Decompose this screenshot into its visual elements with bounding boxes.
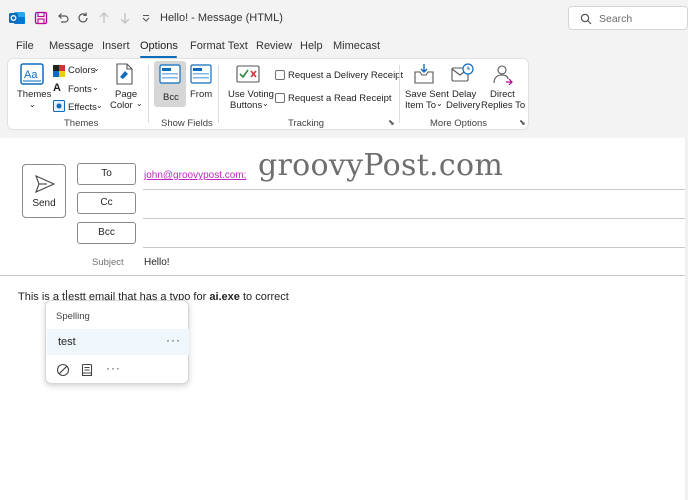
read-receipt-checkbox[interactable] bbox=[275, 93, 285, 103]
save-sent-label-2: Item To bbox=[405, 100, 436, 111]
direct-replies-icon bbox=[492, 63, 514, 88]
delivery-receipt-checkbox[interactable] bbox=[275, 70, 285, 80]
chevron-down-icon: ⌄ bbox=[92, 83, 99, 92]
voting-label-2: Buttons bbox=[230, 100, 263, 111]
effects-icon bbox=[53, 100, 65, 115]
dialog-launcher-icon[interactable]: ⬊ bbox=[519, 118, 526, 127]
chevron-down-icon: ⌄ bbox=[96, 101, 103, 110]
chevron-down-icon: ⌄ bbox=[93, 64, 100, 73]
cc-field-line bbox=[143, 218, 688, 219]
spelling-suggestion[interactable]: test ··· bbox=[47, 329, 189, 355]
suggestion-word: test bbox=[58, 336, 76, 348]
chevron-down-icon: ⌄ bbox=[262, 99, 269, 108]
direct-label-1: Direct bbox=[490, 89, 515, 100]
subject-field[interactable]: Hello! bbox=[144, 257, 170, 268]
spelling-popup: Spelling test ··· ··· bbox=[45, 300, 189, 384]
more-options-group-label: More Options bbox=[430, 118, 488, 129]
tab-format-text[interactable]: Format Text bbox=[190, 40, 248, 52]
redo-icon[interactable] bbox=[74, 9, 92, 27]
ignore-icon[interactable] bbox=[56, 363, 70, 380]
send-label: Send bbox=[32, 198, 56, 209]
delay-label-1: Delay bbox=[452, 89, 477, 100]
bcc-button[interactable]: Bcc bbox=[77, 222, 136, 244]
body-text-bold: ai.exe bbox=[209, 291, 240, 303]
subject-field-line bbox=[0, 275, 688, 276]
body-text-end: to correct bbox=[239, 291, 289, 303]
fonts-icon: A bbox=[53, 82, 61, 94]
search-icon bbox=[580, 13, 592, 25]
title-bar: Hello! - Message (HTML) Search bbox=[0, 0, 688, 36]
voting-icon bbox=[236, 63, 260, 88]
dialog-launcher-icon[interactable]: ⬊ bbox=[388, 118, 395, 127]
chevron-down-icon: ⌄ bbox=[436, 99, 443, 108]
suggestion-more-icon[interactable]: ··· bbox=[166, 333, 181, 347]
fonts-label: Fonts bbox=[68, 84, 92, 95]
send-button[interactable]: Send bbox=[22, 164, 66, 218]
themes-icon: Aa bbox=[20, 63, 44, 88]
themes-label: Themes bbox=[17, 89, 52, 100]
group-separator bbox=[218, 65, 219, 123]
search-placeholder: Search bbox=[599, 13, 633, 25]
subject-label: Subject bbox=[92, 257, 124, 268]
tab-insert[interactable]: Insert bbox=[102, 40, 130, 52]
page-color-icon bbox=[114, 63, 134, 88]
spelling-header: Spelling bbox=[56, 311, 90, 322]
delivery-receipt-label: Request a Delivery Receipt bbox=[288, 70, 404, 81]
from-icon bbox=[190, 64, 212, 87]
undo-icon[interactable] bbox=[54, 9, 72, 27]
tab-review[interactable]: Review bbox=[256, 40, 292, 52]
bcc-toggle-button[interactable]: Bcc bbox=[154, 61, 186, 107]
bcc-label: Bcc bbox=[163, 92, 179, 103]
direct-label-2: Replies To bbox=[481, 100, 526, 111]
colors-icon bbox=[53, 65, 65, 80]
outlook-icon bbox=[8, 9, 26, 27]
cc-button[interactable]: Cc bbox=[77, 192, 136, 214]
colors-label: Colors bbox=[68, 65, 96, 76]
delay-delivery-icon bbox=[451, 63, 475, 88]
to-button[interactable]: To bbox=[77, 163, 136, 185]
delay-label-2: Delivery bbox=[446, 100, 481, 111]
customize-qat-icon[interactable] bbox=[137, 9, 155, 27]
arrow-up-icon[interactable] bbox=[95, 9, 113, 27]
more-actions-icon[interactable]: ··· bbox=[106, 361, 121, 375]
to-recipient[interactable]: john@groovypost.com; bbox=[144, 170, 246, 181]
search-box[interactable]: Search bbox=[568, 6, 688, 30]
tracking-group-label: Tracking bbox=[288, 118, 325, 129]
window-title: Hello! - Message (HTML) bbox=[160, 12, 283, 24]
from-label: From bbox=[190, 89, 213, 100]
to-field-line bbox=[143, 189, 688, 190]
menu-bar: File Message Insert Options Format Text … bbox=[0, 36, 688, 58]
save-sent-icon bbox=[413, 63, 435, 88]
ribbon: Aa Themes ⌄ Colors ⌄ A Fonts ⌄ Effects ⌄… bbox=[7, 58, 529, 130]
add-to-dictionary-icon[interactable] bbox=[80, 363, 94, 380]
read-receipt-label: Request a Read Receipt bbox=[288, 93, 392, 104]
save-icon[interactable] bbox=[32, 9, 50, 27]
chevron-down-icon: ⌄ bbox=[136, 99, 143, 108]
watermark: groovyPost.com bbox=[258, 148, 504, 183]
arrow-down-icon[interactable] bbox=[116, 9, 134, 27]
bcc-field-line bbox=[143, 247, 688, 248]
tab-options[interactable]: Options bbox=[140, 40, 178, 52]
tab-help[interactable]: Help bbox=[300, 40, 323, 52]
tab-file[interactable]: File bbox=[16, 40, 34, 52]
bcc-icon bbox=[159, 64, 181, 87]
send-icon bbox=[35, 175, 55, 193]
effects-label: Effects bbox=[68, 102, 97, 113]
show-fields-group-label: Show Fields bbox=[161, 118, 213, 129]
tab-mimecast[interactable]: Mimecast bbox=[333, 40, 380, 52]
page-color-label-1: Page bbox=[115, 89, 138, 100]
page-color-label-2: Color bbox=[110, 100, 133, 111]
themes-group-label: Themes bbox=[64, 118, 99, 129]
chevron-down-icon: ⌄ bbox=[29, 100, 36, 109]
tab-message[interactable]: Message bbox=[49, 40, 94, 52]
group-separator bbox=[148, 65, 149, 123]
svg-text:Aa: Aa bbox=[24, 69, 38, 81]
group-separator bbox=[399, 65, 400, 123]
